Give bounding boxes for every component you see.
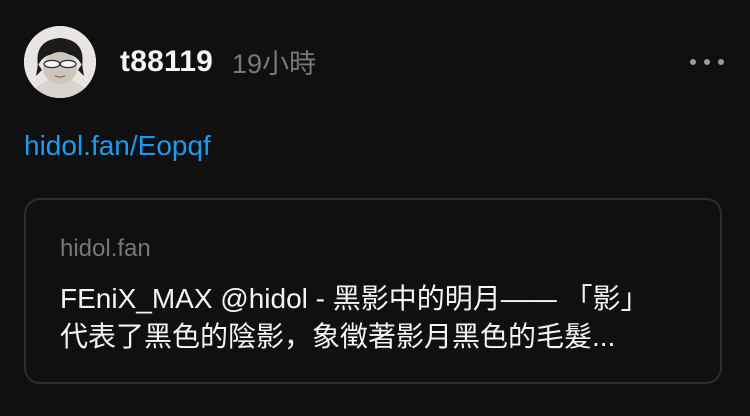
post-timestamp: 19小時 bbox=[232, 49, 317, 79]
link-card-title: FEniX_MAX @hidol - 黑影中的明月—— 「影」 代表了黑色的陰影… bbox=[60, 280, 692, 356]
more-horizontal-icon-dot bbox=[718, 59, 724, 65]
link-card-title-line-2: 代表了黑色的陰影，象徵著影月黑色的毛髮... bbox=[60, 321, 616, 352]
avatar[interactable] bbox=[24, 26, 96, 98]
link-card-domain: hidol.fan bbox=[60, 235, 151, 262]
more-options-button[interactable] bbox=[690, 50, 724, 74]
link-card-title-line-1: FEniX_MAX @hidol - 黑影中的明月—— 「影」 bbox=[60, 283, 649, 314]
post-link[interactable]: hidol.fan/Eopqf bbox=[24, 128, 211, 164]
username[interactable]: t88119 bbox=[120, 44, 213, 80]
avatar-image bbox=[24, 26, 96, 98]
link-preview-card[interactable]: hidol.fan FEniX_MAX @hidol - 黑影中的明月—— 「影… bbox=[24, 198, 722, 384]
more-horizontal-icon bbox=[690, 59, 696, 65]
more-horizontal-icon-dot bbox=[704, 59, 710, 65]
